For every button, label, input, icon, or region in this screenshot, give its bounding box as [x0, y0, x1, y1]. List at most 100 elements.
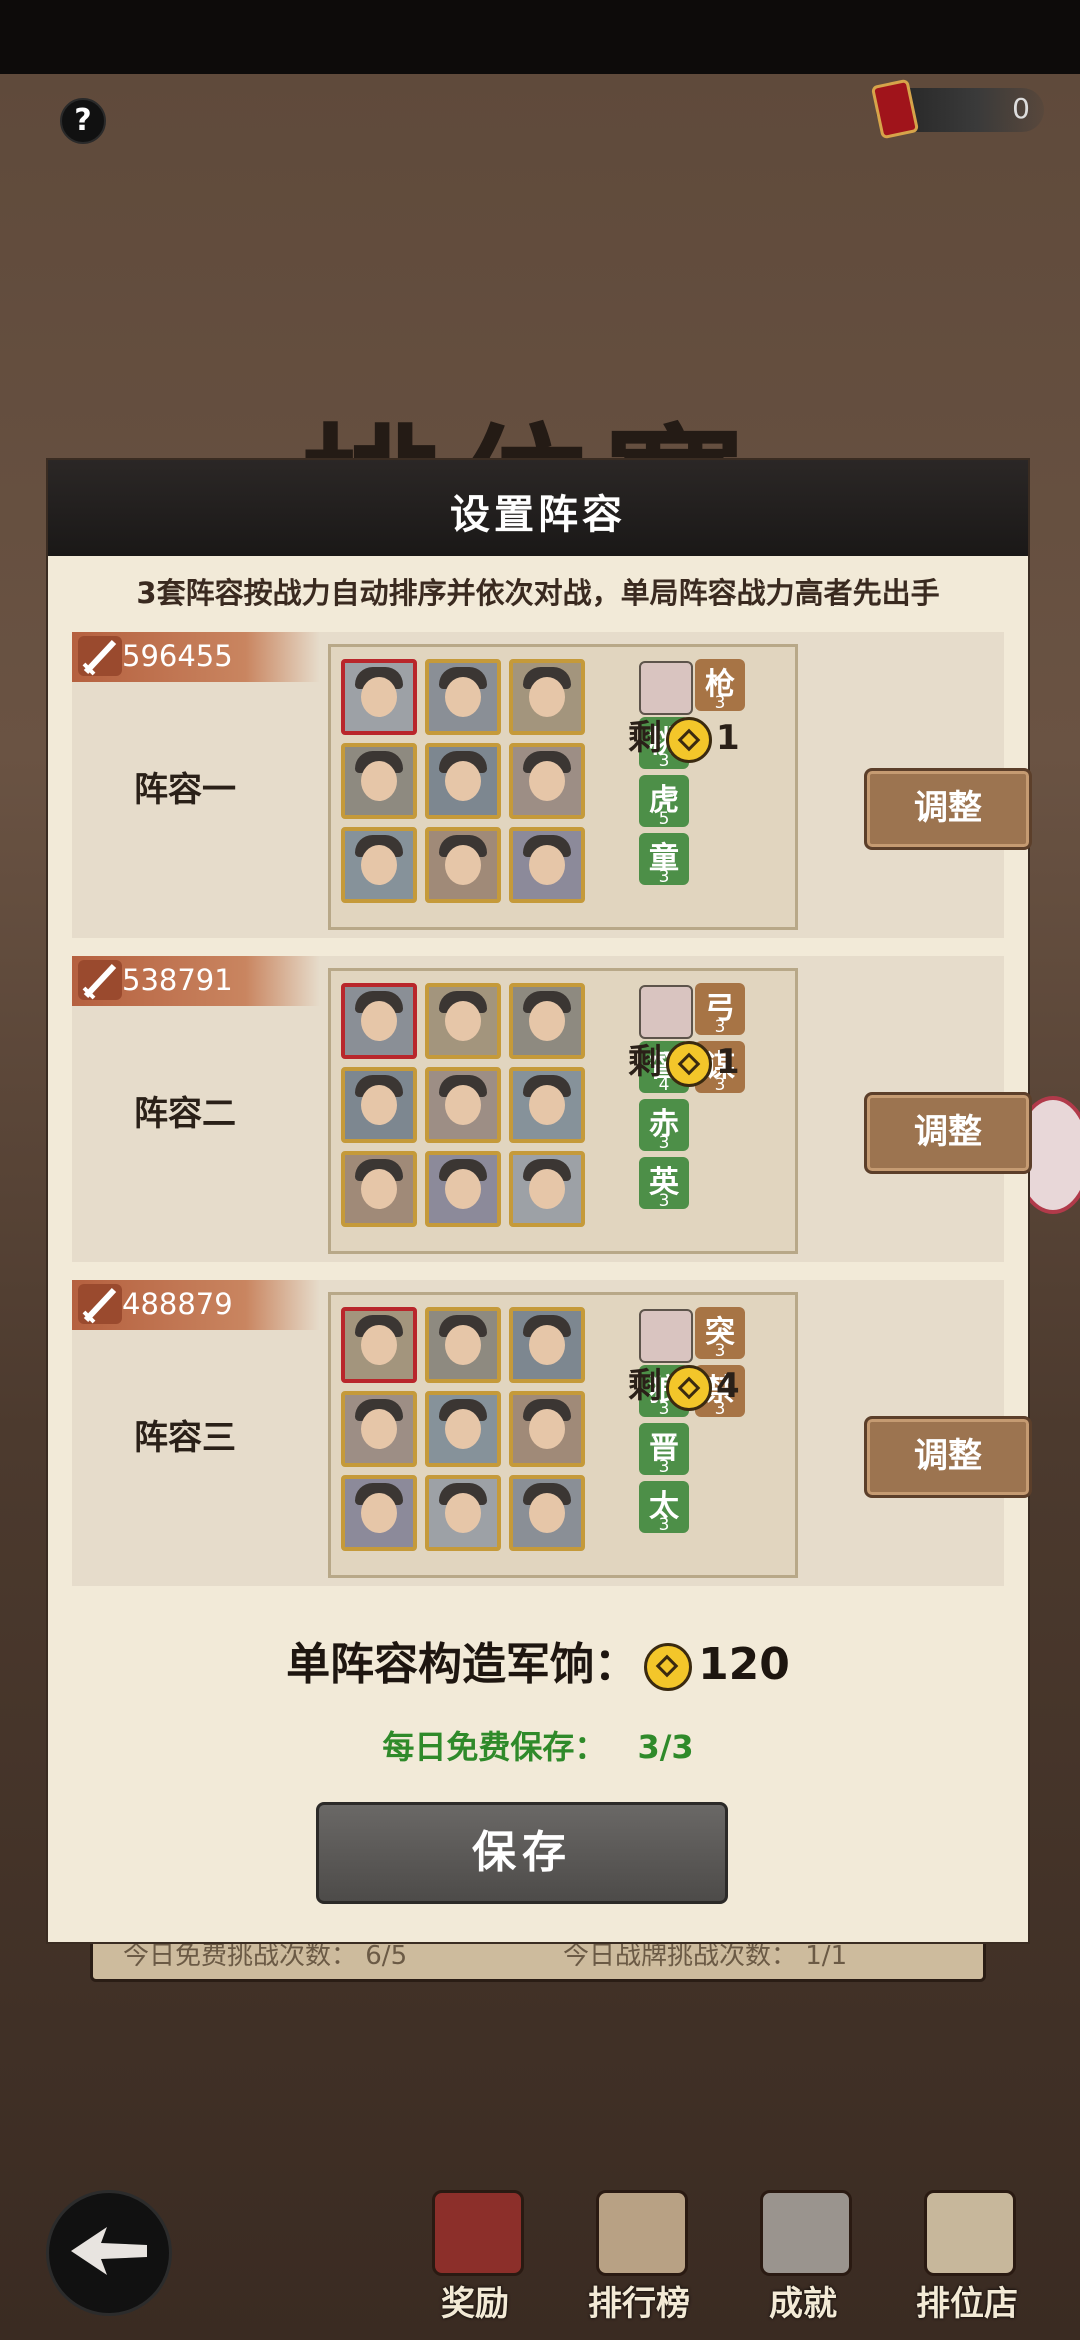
- bond-tag: 英3: [639, 1157, 689, 1211]
- lineup-name: 阵容三: [134, 1418, 236, 1458]
- nav-achievements[interactable]: 成就: [748, 2190, 858, 2324]
- free-save-label: 每日免费保存：: [382, 1728, 607, 1766]
- nav-label: 排位店: [916, 2284, 1018, 2324]
- save-button[interactable]: 保存: [316, 1802, 728, 1904]
- hero-portrait[interactable]: [509, 659, 585, 735]
- remain-value: 1: [716, 1042, 740, 1082]
- remain-label: 剩: [628, 1366, 662, 1406]
- hero-portrait[interactable]: [425, 827, 501, 903]
- shop-icon: [924, 2190, 1016, 2276]
- cost-line: 单阵容构造军饷： 120: [48, 1628, 1028, 1692]
- free-save-line: 每日免费保存： 3/3: [48, 1722, 1028, 1768]
- hero-portrait[interactable]: [425, 743, 501, 819]
- bond-tag: 突3: [695, 1307, 745, 1361]
- sword-icon: [78, 960, 122, 1000]
- remain-count: 剩4: [628, 1358, 740, 1411]
- nav-rewards[interactable]: 奖励: [420, 2190, 530, 2324]
- dialog-header: 设置阵容: [48, 460, 1028, 556]
- bond-tag: 赤3: [639, 1099, 689, 1153]
- remain-value: 4: [716, 1366, 740, 1406]
- hero-portrait[interactable]: [341, 659, 417, 735]
- sword-icon: [78, 636, 122, 676]
- strategist-portrait[interactable]: [639, 985, 693, 1039]
- bond-tag-level: 3: [658, 1191, 670, 1211]
- free-save-value: 3/3: [637, 1728, 694, 1766]
- hero-portrait[interactable]: [341, 1307, 417, 1383]
- hero-portrait[interactable]: [425, 659, 501, 735]
- coin-icon: [644, 1643, 693, 1691]
- hero-portrait[interactable]: [425, 1307, 501, 1383]
- bond-tag-level: 3: [658, 1133, 670, 1153]
- hero-grid[interactable]: 突3狼3禁3晋3太3: [328, 1292, 798, 1578]
- hero-portrait[interactable]: [341, 983, 417, 1059]
- adjust-button[interactable]: 调整: [864, 1416, 1032, 1498]
- hero-portrait[interactable]: [341, 1391, 417, 1467]
- nav-label: 奖励: [441, 2284, 509, 2324]
- hero-portrait[interactable]: [509, 1151, 585, 1227]
- back-arrow-icon: [71, 2227, 147, 2275]
- hero-portrait[interactable]: [509, 983, 585, 1059]
- hero-portrait[interactable]: [341, 1151, 417, 1227]
- hero-portrait[interactable]: [341, 1475, 417, 1551]
- cost-value: 120: [698, 1639, 790, 1690]
- nav-label: 排行榜: [588, 2284, 690, 2324]
- hero-portrait[interactable]: [341, 743, 417, 819]
- sword-icon: [78, 1284, 122, 1324]
- remain-value: 1: [716, 718, 740, 758]
- lineup-name: 阵容二: [134, 1094, 236, 1134]
- hero-portrait[interactable]: [509, 743, 585, 819]
- currency-value: 0: [1012, 92, 1030, 125]
- hero-portrait[interactable]: [509, 1475, 585, 1551]
- bond-tag: 弓3: [695, 983, 745, 1037]
- lineup-card: 596455 阵容一 枪3桃3虎5童3 剩1 调整: [72, 632, 1032, 938]
- lineup-card: 488879 阵容三 突3狼3禁3晋3太3 剩4 调整: [72, 1280, 1032, 1586]
- nav-label: 成就: [769, 2284, 837, 2324]
- chest-icon: [432, 2190, 524, 2276]
- hero-portrait[interactable]: [509, 1067, 585, 1143]
- bond-tag: 虎5: [639, 775, 689, 829]
- hero-portrait[interactable]: [425, 1067, 501, 1143]
- coin-icon: [666, 1040, 712, 1087]
- leaderboard-icon: [596, 2190, 688, 2276]
- hero-portrait[interactable]: [509, 1307, 585, 1383]
- power-value: 488879: [122, 1287, 233, 1321]
- power-badge: 596455: [72, 632, 320, 682]
- nav-ranked-shop[interactable]: 排位店: [912, 2190, 1022, 2324]
- power-value: 538791: [122, 963, 233, 997]
- remain-label: 剩: [628, 718, 662, 758]
- hero-grid[interactable]: 枪3桃3虎5童3: [328, 644, 798, 930]
- hero-portrait[interactable]: [425, 1151, 501, 1227]
- bond-tag: 枪3: [695, 659, 745, 713]
- hero-portrait[interactable]: [509, 1391, 585, 1467]
- lineup-name: 阵容一: [134, 770, 236, 810]
- nav-leaderboard[interactable]: 排行榜: [584, 2190, 694, 2324]
- hero-portrait[interactable]: [341, 827, 417, 903]
- hero-portrait[interactable]: [341, 1067, 417, 1143]
- bond-tag: 太3: [639, 1481, 689, 1535]
- lineup-dialog: 设置阵容 3套阵容按战力自动排序并依次对战，单局阵容战力高者先出手 596455…: [46, 458, 1032, 1944]
- bond-tag-level: 3: [658, 1457, 670, 1477]
- hero-portrait[interactable]: [509, 827, 585, 903]
- cost-label: 单阵容构造军饷：: [286, 1639, 639, 1690]
- dialog-hint: 3套阵容按战力自动排序并依次对战，单局阵容战力高者先出手: [136, 576, 940, 610]
- hero-portrait[interactable]: [425, 983, 501, 1059]
- hero-grid[interactable]: 弓3督4谋3赤3英3: [328, 968, 798, 1254]
- dialog-title: 设置阵容: [450, 492, 626, 538]
- achievement-icon: [760, 2190, 852, 2276]
- hero-portrait[interactable]: [425, 1391, 501, 1467]
- adjust-button[interactable]: 调整: [864, 1092, 1032, 1174]
- back-button[interactable]: [46, 2190, 172, 2316]
- bond-tag: 童3: [639, 833, 689, 887]
- remain-count: 剩1: [628, 710, 740, 763]
- power-value: 596455: [122, 639, 233, 673]
- help-icon[interactable]: ?: [60, 98, 106, 144]
- strategist-portrait[interactable]: [639, 661, 693, 715]
- adjust-button[interactable]: 调整: [864, 768, 1032, 850]
- bond-tag: 晋3: [639, 1423, 689, 1477]
- coin-icon: [666, 716, 712, 763]
- strategist-portrait[interactable]: [639, 1309, 693, 1363]
- currency-bar: 0: [870, 78, 1044, 140]
- remain-label: 剩: [628, 1042, 662, 1082]
- bond-tag-level: 5: [658, 809, 670, 829]
- hero-portrait[interactable]: [425, 1475, 501, 1551]
